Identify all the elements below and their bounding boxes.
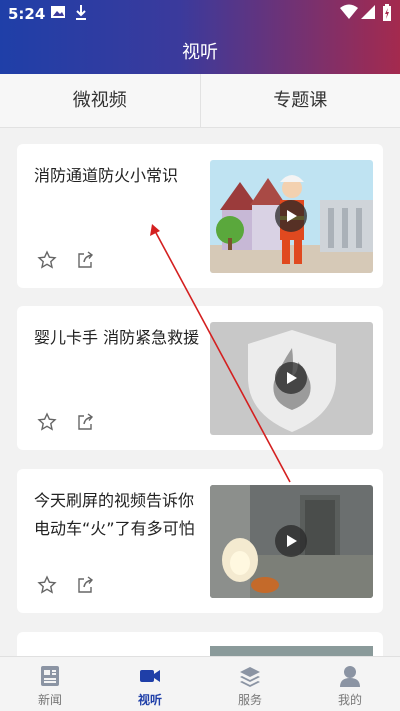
- play-icon: [287, 372, 297, 384]
- video-title: 婴儿卡手 消防紧急救援: [34, 328, 200, 347]
- play-button[interactable]: [275, 362, 307, 394]
- video-thumbnail[interactable]: [210, 485, 373, 598]
- nav-label: 视听: [137, 693, 162, 707]
- card-actions: [37, 250, 95, 270]
- bottom-nav: 新闻 视听 服务 我的: [0, 656, 400, 711]
- video-title: 消防通道防火小常识: [34, 166, 179, 185]
- wifi-icon: [340, 4, 358, 19]
- star-icon[interactable]: [37, 575, 57, 595]
- news-icon: [41, 666, 59, 686]
- play-icon: [287, 535, 297, 547]
- app-header: 5:24 视听: [0, 0, 400, 74]
- nav-label: 新闻: [37, 693, 62, 707]
- image-icon: [51, 6, 65, 18]
- video-thumbnail[interactable]: [210, 160, 373, 273]
- card-actions: [37, 412, 95, 432]
- video-title: 今天刷屏的视频告诉你电动车“火”了有多可怕: [34, 491, 195, 538]
- person-icon: [340, 666, 360, 687]
- star-icon[interactable]: [37, 250, 57, 270]
- card-actions: [37, 575, 95, 595]
- nav-label: 服务: [237, 693, 262, 707]
- nav-video[interactable]: 视听: [100, 657, 200, 711]
- video-card[interactable]: 婴儿卡手 消防紧急救援: [17, 306, 383, 450]
- play-button[interactable]: [275, 525, 307, 557]
- battery-charging-icon: [383, 4, 391, 21]
- status-time: 5:24: [8, 5, 46, 23]
- play-button[interactable]: [275, 200, 307, 232]
- share-icon[interactable]: [75, 250, 95, 270]
- tab-bar: 微视频 专题课: [0, 74, 400, 128]
- nav-service[interactable]: 服务: [200, 657, 300, 711]
- nav-profile[interactable]: 我的: [300, 657, 400, 711]
- nav-news[interactable]: 新闻: [0, 657, 100, 711]
- status-bar: 5:24: [0, 0, 400, 28]
- layers-icon: [240, 667, 260, 687]
- page-title: 视听: [182, 42, 218, 63]
- share-icon[interactable]: [75, 575, 95, 595]
- signal-icon: [361, 5, 375, 19]
- tab-special-course[interactable]: 专题课: [201, 74, 400, 127]
- video-card[interactable]: 消防通道防火小常识: [17, 144, 383, 288]
- nav-label: 我的: [337, 693, 362, 707]
- download-icon: [76, 5, 86, 20]
- video-thumbnail[interactable]: [210, 322, 373, 435]
- star-icon[interactable]: [37, 412, 57, 432]
- share-icon[interactable]: [75, 412, 95, 432]
- video-card[interactable]: 今天刷屏的视频告诉你电动车“火”了有多可怕: [17, 469, 383, 613]
- video-camera-icon: [140, 670, 160, 682]
- tab-micro-video[interactable]: 微视频: [0, 74, 201, 127]
- play-icon: [287, 210, 297, 222]
